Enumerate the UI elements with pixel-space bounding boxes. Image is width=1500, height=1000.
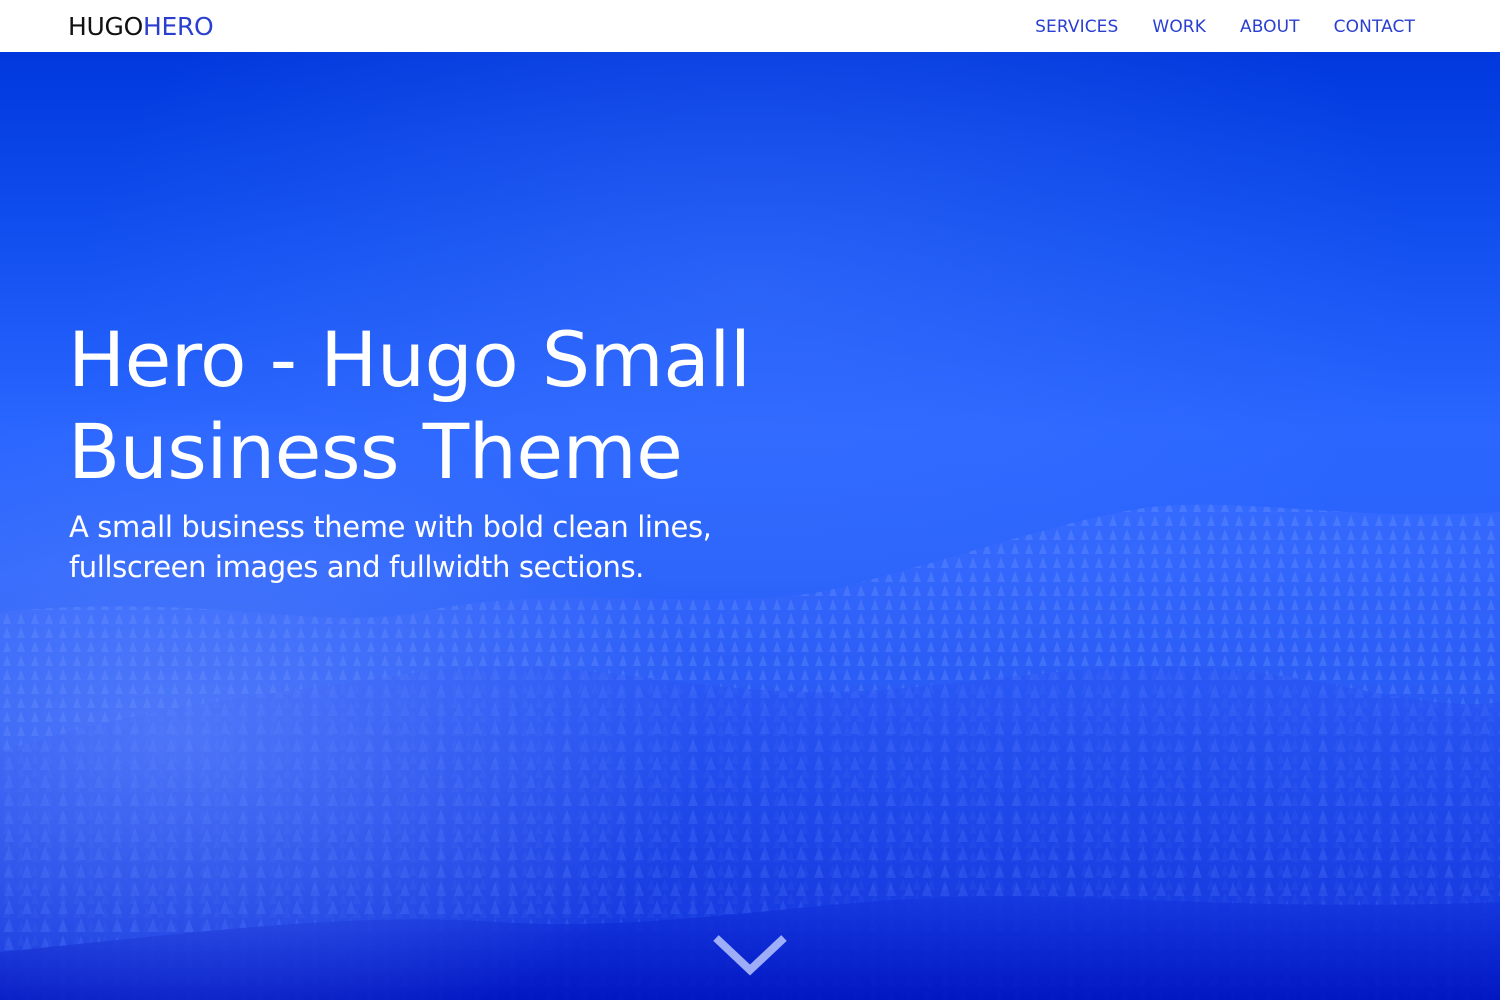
brand-logo-part2: HERO <box>142 12 214 41</box>
hero-subtitle: A small business theme with bold clean l… <box>69 510 712 584</box>
brand-logo-part1: HUGO <box>68 12 143 41</box>
nav-link-contact[interactable]: CONTACT <box>1334 15 1415 39</box>
nav-link-about[interactable]: ABOUT <box>1240 15 1300 39</box>
hero-title: Hero - Hugo Small Business Theme <box>68 315 751 496</box>
nav-link-services[interactable]: SERVICES <box>1035 15 1118 39</box>
main-nav: SERVICES WORK ABOUT CONTACT <box>1035 15 1415 39</box>
nav-link-work[interactable]: WORK <box>1152 15 1206 39</box>
chevron-down-icon <box>713 935 787 976</box>
navbar: HUGOHERO SERVICES WORK ABOUT CONTACT <box>0 0 1500 52</box>
hero-section: Hero - Hugo Small Business Theme A small… <box>0 52 1500 1000</box>
brand-logo[interactable]: HUGOHERO <box>68 12 214 42</box>
scroll-down-button[interactable] <box>712 932 788 978</box>
